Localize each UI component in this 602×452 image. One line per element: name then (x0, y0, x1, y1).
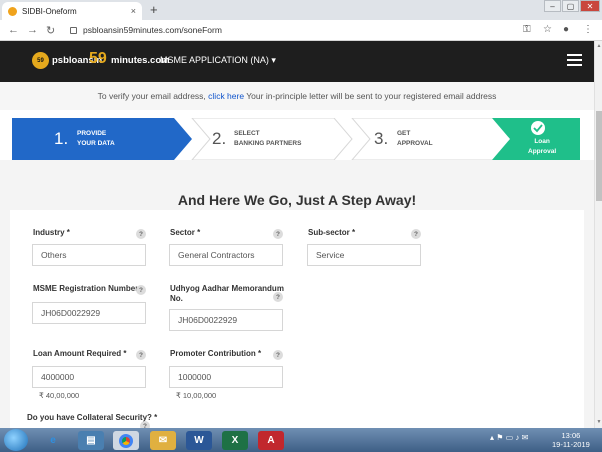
scroll-thumb[interactable] (596, 111, 602, 201)
taskbar-clock[interactable]: 13:06 19-11-2019 (552, 431, 590, 449)
url-field[interactable]: psbloansin59minutes.com/soneForm (70, 23, 570, 37)
promoter-contribution-help-icon[interactable]: ? (273, 350, 283, 360)
step-label: Loan Approval (528, 138, 557, 155)
subsector-label: Sub-sector * (308, 228, 356, 237)
browser-tab[interactable]: SIDBI-Oneform × (2, 2, 142, 20)
clock-date: 19-11-2019 (552, 440, 590, 449)
page-heading: And Here We Go, Just A Step Away! (177, 192, 417, 208)
verify-suffix: Your in-principle letter will be sent to… (246, 91, 497, 101)
form-card: Industry * ? Others Sector * ? General C… (10, 210, 584, 440)
msme-registration-help-icon[interactable]: ? (136, 285, 146, 295)
main-content: And Here We Go, Just A Step Away! Indust… (0, 160, 594, 440)
subsector-help-icon[interactable]: ? (411, 229, 421, 239)
industry-help-icon[interactable]: ? (136, 229, 146, 239)
loan-amount-hint: ₹ 40,00,000 (39, 391, 80, 400)
step-label: PROVIDE YOUR DATA (77, 130, 115, 147)
promoter-contribution-field[interactable]: 1000000 (169, 366, 283, 388)
step-number: 2. (212, 129, 227, 148)
back-arrow-icon[interactable]: ← (8, 24, 19, 36)
loan-amount-help-icon[interactable]: ? (136, 350, 146, 360)
tab-title: SIDBI-Oneform (22, 6, 77, 16)
check-circle-icon (531, 121, 545, 135)
step-number: 3. (374, 129, 389, 148)
file-explorer-icon[interactable]: ▤ (78, 431, 104, 450)
promoter-contribution-hint: ₹ 10,00,000 (176, 391, 217, 400)
new-tab-button[interactable]: + (150, 2, 158, 17)
step-label: SELECT BANKING PARTNERS (234, 130, 302, 147)
page-scrollbar[interactable]: ▲ ▼ (594, 41, 602, 428)
sector-label: Sector * (170, 228, 201, 237)
chrome-icon[interactable] (113, 431, 139, 450)
scroll-down-icon[interactable]: ▼ (595, 419, 602, 425)
udhyog-aadhar-field[interactable]: JH06D0022929 (169, 309, 283, 331)
step-number: 1. (54, 129, 69, 148)
internet-explorer-icon[interactable]: e (40, 431, 66, 450)
word-icon[interactable]: W (186, 431, 212, 450)
bookmark-star-icon[interactable]: ☆ (543, 24, 552, 35)
udhyog-aadhar-label: Udhyog Aadhar Memorandum No. (170, 284, 284, 303)
site-header: 59 psbloansin 59 minutes.com MSME APPLIC… (0, 41, 594, 82)
maximize-button[interactable]: ▢ (562, 0, 579, 12)
progress-steps: 1. PROVIDE YOUR DATA 2. SELECT BANKING PAR… (12, 118, 580, 160)
windows-start-icon[interactable] (4, 429, 28, 451)
step-get-approval: 3. GET APPROVAL (334, 118, 513, 160)
lock-icon (70, 26, 77, 34)
chrome-menu-icon[interactable]: ⋮ (583, 24, 593, 35)
profile-icon[interactable]: ● (563, 24, 569, 35)
acrobat-icon[interactable]: A (258, 431, 284, 450)
windows-taskbar: e ▤ ✉ W X A ▴ ⚑ ▭ ♪ ✉ 13:06 19-11-2019 (0, 428, 602, 452)
outlook-icon[interactable]: ✉ (150, 431, 176, 450)
address-bar-row: ← → ↻ psbloansin59minutes.com/soneForm ⚿… (0, 20, 602, 41)
system-tray-icons[interactable]: ▴ ⚑ ▭ ♪ ✉ (490, 433, 528, 442)
msme-registration-label: MSME Registration Number (33, 284, 139, 293)
excel-icon[interactable]: X (222, 431, 248, 450)
minimize-button[interactable]: – (544, 0, 561, 12)
window-close-button[interactable]: ✕ (580, 0, 600, 12)
hamburger-menu-icon[interactable] (567, 54, 582, 66)
step-provide-data: 1. PROVIDE YOUR DATA (12, 118, 192, 160)
verify-click-here-link[interactable]: click here (208, 91, 244, 101)
msme-application-menu[interactable]: MSME APPLICATION (NA) ▾ (160, 55, 276, 66)
logo-text-part2[interactable]: 59 (89, 50, 107, 68)
industry-label: Industry * (33, 228, 70, 237)
forward-arrow-icon[interactable]: → (27, 24, 38, 36)
browser-tabbar: SIDBI-Oneform × + – ▢ ✕ (0, 0, 602, 20)
reload-icon[interactable]: ↻ (46, 24, 55, 37)
sector-field[interactable]: General Contractors (169, 244, 283, 266)
logo-badge[interactable]: 59 (32, 52, 49, 69)
scroll-up-icon[interactable]: ▲ (595, 43, 602, 49)
loan-amount-label: Loan Amount Required * (33, 349, 127, 358)
promoter-contribution-label: Promoter Contribution * (170, 349, 262, 358)
step-loan-approval: Loan Approval (492, 118, 580, 160)
udhyog-aadhar-help-icon[interactable]: ? (273, 292, 283, 302)
step-select-banking-partners: 2. SELECT BANKING PARTNERS (174, 118, 353, 160)
url-text: psbloansin59minutes.com/soneForm (83, 25, 222, 35)
chevron-down-icon: ▾ (271, 55, 276, 65)
subsector-field[interactable]: Service (307, 244, 421, 266)
industry-field[interactable]: Others (32, 244, 146, 266)
loan-amount-field[interactable]: 4000000 (32, 366, 146, 388)
sector-help-icon[interactable]: ? (273, 229, 283, 239)
msme-application-label: MSME APPLICATION (NA) (160, 55, 269, 65)
key-icon[interactable]: ⚿ (523, 24, 531, 35)
site-favicon-icon (8, 6, 17, 16)
msme-registration-field[interactable]: JH06D0022929 (32, 302, 146, 324)
step-label: GET APPROVAL (397, 130, 433, 147)
email-verify-banner: To verify your email address, click here… (0, 82, 594, 110)
collateral-security-label: Do you have Collateral Security? * (27, 413, 158, 422)
verify-prefix: To verify your email address, (97, 91, 206, 101)
clock-time: 13:06 (561, 431, 581, 440)
tab-close-icon[interactable]: × (131, 6, 136, 16)
